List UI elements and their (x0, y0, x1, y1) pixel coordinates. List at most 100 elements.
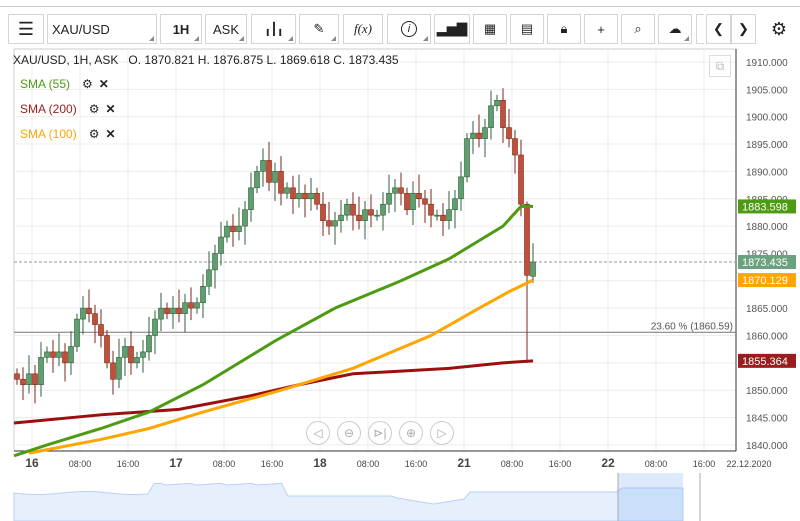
candle-bullish (296, 192, 302, 200)
candle-bearish (368, 209, 374, 216)
pan-left-button[interactable]: ◁ (306, 421, 330, 445)
info-button[interactable]: i (387, 14, 431, 44)
candle-bullish (140, 351, 146, 358)
indicators-button[interactable]: f(x) (343, 14, 383, 44)
indicator-sma55: SMA (55) ⚙ ✕ (20, 77, 109, 91)
document-icon: ▤ (520, 21, 534, 36)
candle-bearish (188, 302, 194, 309)
upload-button[interactable]: ☁ (658, 14, 692, 44)
y-tick-label: 1865.000 (746, 304, 788, 315)
scroll-right-button[interactable]: ❯ (731, 14, 756, 44)
scroll-left-button[interactable]: ❮ (706, 14, 731, 44)
crosshair-button[interactable]: + (584, 14, 618, 44)
menu-button[interactable]: ☰ (8, 14, 44, 44)
y-tick-label: 1895.000 (746, 140, 788, 151)
candle-bearish (230, 225, 236, 232)
candle-bullish (482, 127, 488, 139)
candle-bearish (506, 127, 512, 139)
x-tick-label: 08:00 (69, 459, 92, 469)
candle-bearish (110, 362, 116, 380)
candle-bullish (170, 307, 176, 314)
x-tick-label: 08:00 (645, 459, 668, 469)
candle-bullish (56, 351, 62, 358)
indicator-label: SMA (100) (20, 127, 77, 141)
price-label: 1873.435 (742, 257, 788, 269)
candle-bullish (38, 357, 44, 386)
candle-bearish (356, 214, 362, 221)
candle-bullish (458, 176, 464, 200)
zoom-in-button[interactable]: ⊕ (399, 421, 423, 445)
candle-bullish (452, 198, 458, 210)
navigator-selection[interactable] (618, 473, 683, 521)
candle-bullish (284, 187, 290, 194)
chart-info: XAU/USD, 1H, ASK O. 1870.821 H. 1876.875… (13, 53, 399, 67)
candle-bearish (302, 192, 308, 200)
popout-button[interactable]: ⧉ (709, 55, 731, 77)
pan-right-button[interactable]: ▷ (430, 421, 454, 445)
candle-bullish (158, 307, 164, 320)
price-label: 1855.364 (742, 356, 788, 368)
close-icon[interactable]: ✕ (99, 77, 109, 91)
interval-select[interactable]: 1H (160, 14, 202, 44)
candle-bearish (14, 373, 20, 380)
indicator-sma100: SMA (100) ⚙ ✕ (20, 127, 116, 141)
gear-icon[interactable]: ⚙ (89, 102, 100, 116)
candle-bearish (476, 132, 482, 139)
volume-button[interactable]: ▂▅▇ (434, 14, 470, 44)
candle-bearish (500, 99, 506, 128)
lock-button[interactable]: 🔒︎ (547, 14, 581, 44)
candle-bearish (278, 171, 284, 194)
candle-bullish (470, 132, 476, 139)
close-icon[interactable]: ✕ (105, 102, 115, 116)
candle-bearish (20, 378, 26, 386)
candle-bullish (26, 373, 32, 386)
cloud-upload-icon: ☁ (668, 21, 682, 36)
candle-bullish (380, 203, 386, 216)
price-label: 1870.129 (742, 275, 788, 287)
zoom-button[interactable]: ⌕ (621, 14, 655, 44)
toolbar-divider (696, 14, 704, 44)
candle-bullish (212, 253, 218, 271)
hamburger-icon: ☰ (17, 18, 35, 39)
gear-icon[interactable]: ⚙ (82, 77, 93, 91)
candle-bullish (206, 269, 212, 287)
x-tick-label: 18 (313, 456, 327, 470)
candle-bullish (116, 357, 122, 380)
candle-bullish (410, 192, 416, 210)
calendar-icon: ▦ (483, 21, 497, 36)
price-chart[interactable]: 1910.000 1905.000 1900.000 1895.000 1890.000… (0, 46, 800, 521)
draw-button[interactable]: ✎ (299, 14, 339, 44)
candle-bearish (266, 160, 272, 183)
reset-button[interactable]: ⊳| (368, 421, 392, 445)
x-tick-label: 21 (457, 456, 471, 470)
y-tick-label: 1905.000 (746, 85, 788, 96)
gear-icon[interactable]: ⚙ (89, 127, 100, 141)
candle-bullish (236, 225, 242, 232)
candle-bullish (146, 335, 152, 353)
candle-bearish (290, 187, 296, 200)
info-icon: i (401, 21, 417, 37)
y-tick-label: 1880.000 (746, 222, 788, 233)
symbol-select[interactable]: XAU/USD (47, 14, 157, 44)
symbol-value: XAU/USD (52, 21, 110, 37)
candle-bullish (464, 138, 470, 178)
chart-type-button[interactable]: ╻┃╻ (251, 14, 296, 44)
zoom-out-button[interactable]: ⊖ (337, 421, 361, 445)
settings-button[interactable]: ⚙ (764, 14, 794, 44)
skip-end-icon: ⊳| (373, 426, 387, 440)
candle-bullish (272, 171, 278, 183)
zoom-icon: ⌕ (634, 21, 642, 36)
report-button[interactable]: ▤ (510, 14, 544, 44)
zoom-in-icon: ⊕ (405, 426, 417, 440)
x-tick-label: 16:00 (405, 459, 428, 469)
fib-label: 23.60 % (1860.59) (651, 321, 733, 332)
price-type-select[interactable]: ASK (205, 14, 247, 44)
chart-title: XAU/USD, 1H, ASK (13, 53, 119, 67)
close-icon[interactable]: ✕ (105, 127, 115, 141)
calendar-button[interactable]: ▦ (473, 14, 507, 44)
candle-bullish (494, 99, 500, 107)
candle-bullish (362, 209, 368, 221)
x-tick-label: 22 (601, 456, 615, 470)
candle-bullish (194, 302, 200, 309)
x-tick-label: 22.12.2020 (726, 459, 771, 469)
